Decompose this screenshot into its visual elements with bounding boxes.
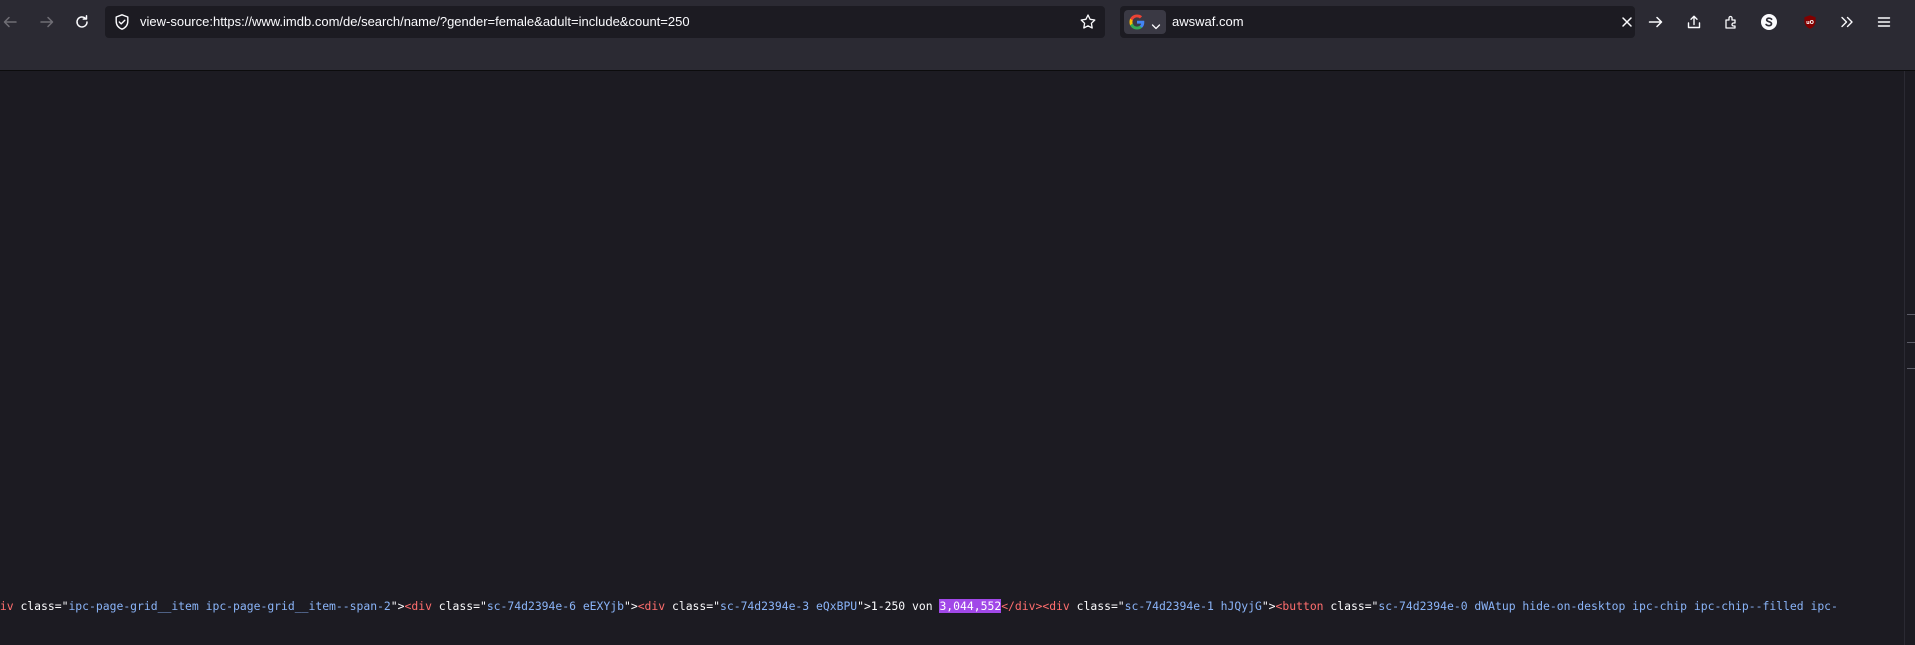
- find-highlight-match: 3,044,552: [939, 599, 1002, 613]
- ublock-icon[interactable]: uO: [1795, 7, 1825, 37]
- scrollbar-marker: [1907, 314, 1915, 315]
- source-token-txt: =": [1110, 599, 1125, 613]
- extensions-icon[interactable]: [1716, 7, 1746, 37]
- source-token-txt: =": [1364, 599, 1379, 613]
- source-token-tag: <div: [404, 599, 432, 613]
- view-source-content: div class="ipc-page-grid__item ipc-page-…: [0, 71, 1905, 645]
- source-token-txt: =": [473, 599, 487, 613]
- source-token-txt: ">1-250 von: [857, 599, 940, 613]
- source-token-tag: <div: [637, 599, 666, 613]
- share-icon[interactable]: [1679, 7, 1709, 37]
- scrollbar-marker: [1907, 368, 1915, 369]
- svg-text:uO: uO: [1806, 20, 1814, 26]
- source-token-txt: ">: [1261, 599, 1276, 613]
- bookmark-star-icon[interactable]: [1079, 13, 1097, 31]
- source-token-txt: =": [706, 599, 720, 613]
- forward-arrow-icon[interactable]: [32, 7, 62, 37]
- source-token-attr: class: [1330, 599, 1365, 613]
- source-token-attr: class: [1076, 599, 1111, 613]
- source-token-tag: div: [0, 599, 14, 613]
- source-token-val: sc-74d2394e-3 eQxBPU: [720, 599, 858, 613]
- source-token-attr: class: [20, 599, 55, 613]
- vertical-scrollbar[interactable]: [1904, 71, 1915, 645]
- source-token-val: sc-74d2394e-1 hJQyjG: [1124, 599, 1262, 613]
- source-token-txt: [1070, 599, 1077, 613]
- source-token-txt: ">: [623, 599, 638, 613]
- source-token-txt: =": [54, 599, 69, 613]
- search-go-arrow-icon[interactable]: [1648, 15, 1664, 34]
- source-token-txt: [432, 599, 439, 613]
- url-text[interactable]: view-source:https://www.imdb.com/de/sear…: [140, 6, 690, 38]
- scrollbar-marker: [1907, 342, 1915, 343]
- google-icon: [1129, 14, 1145, 30]
- navigation-toolbar: view-source:https://www.imdb.com/de/sear…: [0, 0, 1915, 44]
- source-token-attr: class: [671, 599, 707, 613]
- search-bar[interactable]: awswaf.com: [1120, 6, 1663, 38]
- chevron-down-icon: [1151, 18, 1161, 36]
- overflow-chevrons-icon[interactable]: [1832, 7, 1862, 37]
- menu-icon[interactable]: [1869, 7, 1899, 37]
- source-token-attr: class: [438, 599, 474, 613]
- source-token-tag: <div: [1042, 599, 1070, 613]
- clear-search-icon[interactable]: [1620, 15, 1634, 34]
- back-arrow-icon[interactable]: [0, 7, 25, 37]
- reload-icon[interactable]: [67, 7, 97, 37]
- source-token-txt: [665, 599, 672, 613]
- source-token-val: sc-74d2394e-6 eEXYjb: [486, 599, 624, 613]
- source-token-tag: <button: [1275, 599, 1324, 613]
- browser-window: view-source:https://www.imdb.com/de/sear…: [0, 0, 1915, 645]
- address-bar[interactable]: view-source:https://www.imdb.com/de/sear…: [105, 6, 1105, 38]
- source-token-val: ipc-page-grid__item ipc-page-grid__item-…: [68, 599, 391, 613]
- search-input[interactable]: awswaf.com: [1172, 6, 1244, 38]
- source-token-tag: </div>: [1001, 599, 1043, 613]
- source-token-txt: ">: [390, 599, 405, 613]
- source-token-val: sc-74d2394e-0 dWAtup hide-on-desktop ipc…: [1378, 599, 1838, 613]
- source-code-line: div class="ipc-page-grid__item ipc-page-…: [0, 598, 1838, 614]
- search-engine-button[interactable]: [1124, 10, 1166, 34]
- tracking-protection-shield-icon[interactable]: [113, 13, 131, 31]
- bookmarks-toolbar: [0, 44, 1915, 71]
- sync-account-icon[interactable]: [1754, 7, 1784, 37]
